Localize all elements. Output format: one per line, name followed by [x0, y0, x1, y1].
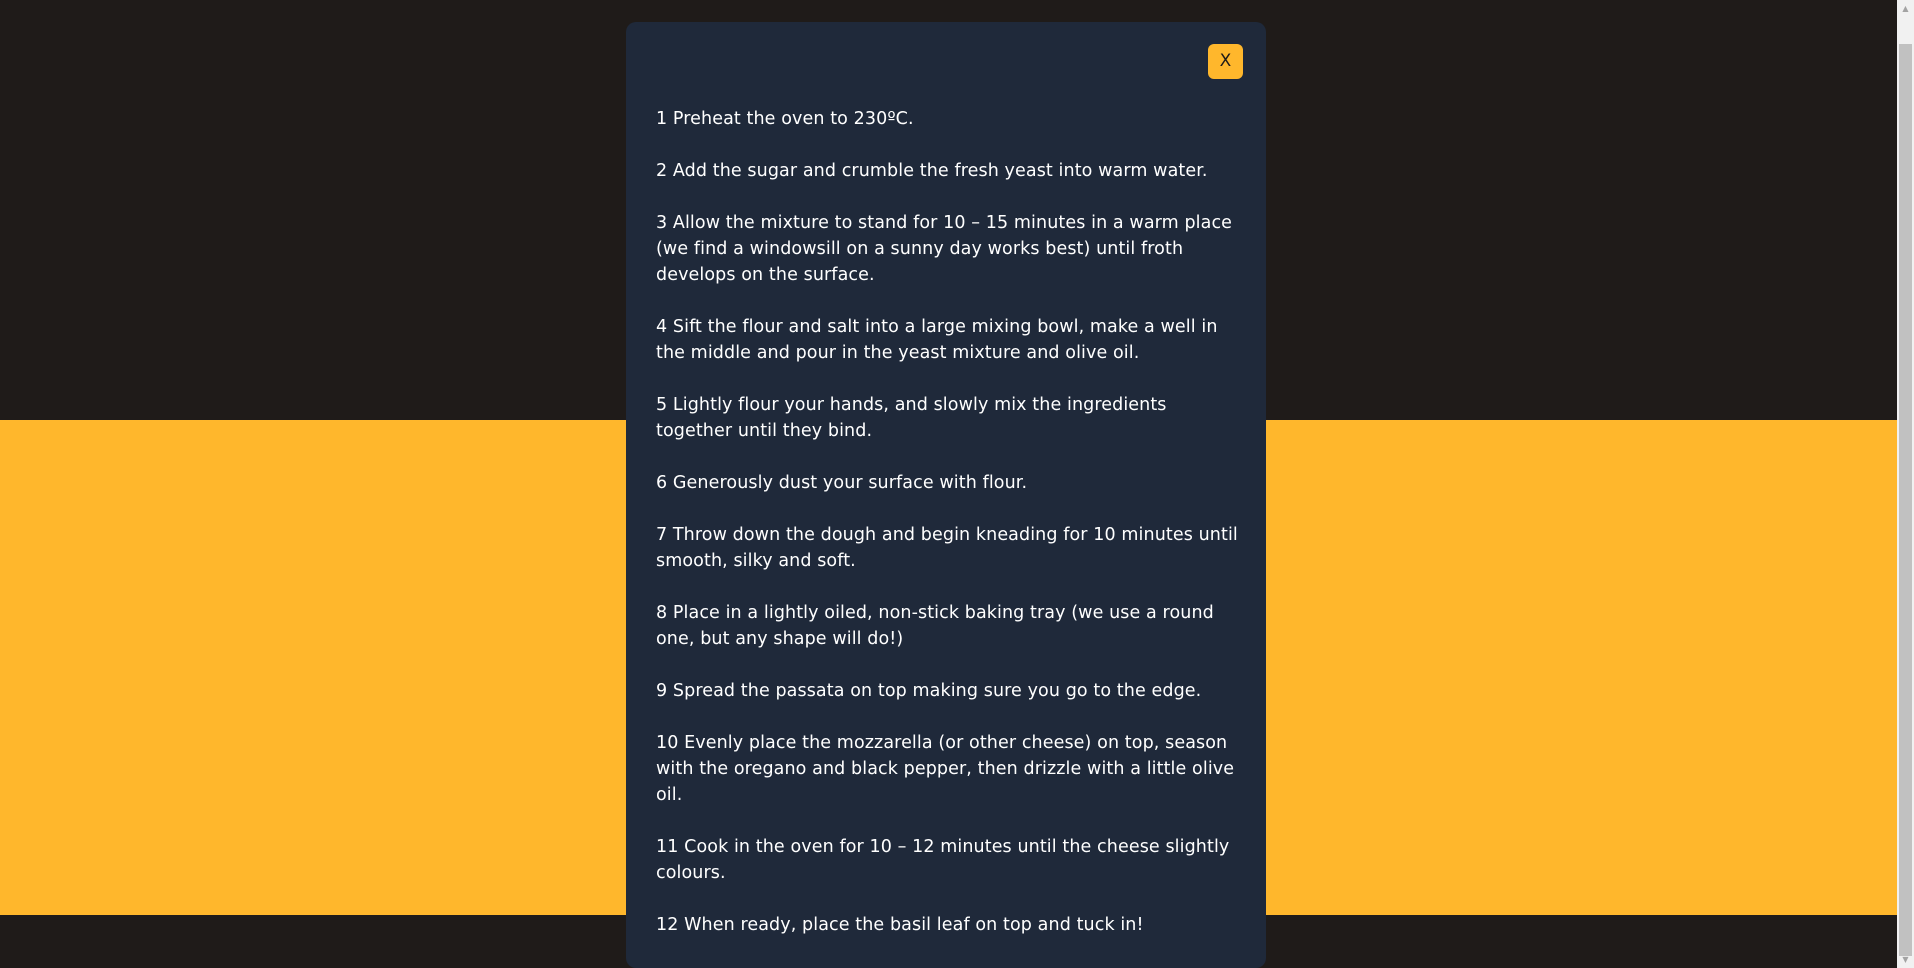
method-step: 7 Throw down the dough and begin kneadin…	[656, 525, 1238, 571]
scrollbar-thumb[interactable]	[1899, 44, 1912, 956]
page: X 1 Preheat the oven to 230ºC. 2 Add the…	[0, 0, 1914, 968]
method-step: 5 Lightly flour your hands, and slowly m…	[656, 395, 1167, 441]
method-step: 2 Add the sugar and crumble the fresh ye…	[656, 161, 1208, 181]
method-step: 1 Preheat the oven to 230ºC.	[656, 109, 914, 129]
method-steps-list: 1 Preheat the oven to 230ºC. 2 Add the s…	[656, 106, 1241, 964]
scroll-up-arrow-icon[interactable]: ▲	[1897, 0, 1914, 17]
method-step: 11 Cook in the oven for 10 – 12 minutes …	[656, 837, 1230, 883]
method-step: 4 Sift the flour and salt into a large m…	[656, 317, 1218, 363]
method-step: 3 Allow the mixture to stand for 10 – 15…	[656, 213, 1233, 285]
method-step: 9 Spread the passata on top making sure …	[656, 681, 1202, 701]
method-step: 12 When ready, place the basil leaf on t…	[656, 915, 1144, 935]
scroll-down-arrow-icon[interactable]: ▼	[1897, 951, 1914, 968]
method-step: 8 Place in a lightly oiled, non-stick ba…	[656, 603, 1214, 649]
recipe-method-modal: X 1 Preheat the oven to 230ºC. 2 Add the…	[626, 22, 1266, 968]
method-step: 6 Generously dust your surface with flou…	[656, 473, 1028, 493]
method-step: 10 Evenly place the mozzarella (or other…	[656, 733, 1235, 805]
close-button[interactable]: X	[1208, 44, 1243, 79]
vertical-scrollbar[interactable]: ▲ ▼	[1897, 0, 1914, 968]
